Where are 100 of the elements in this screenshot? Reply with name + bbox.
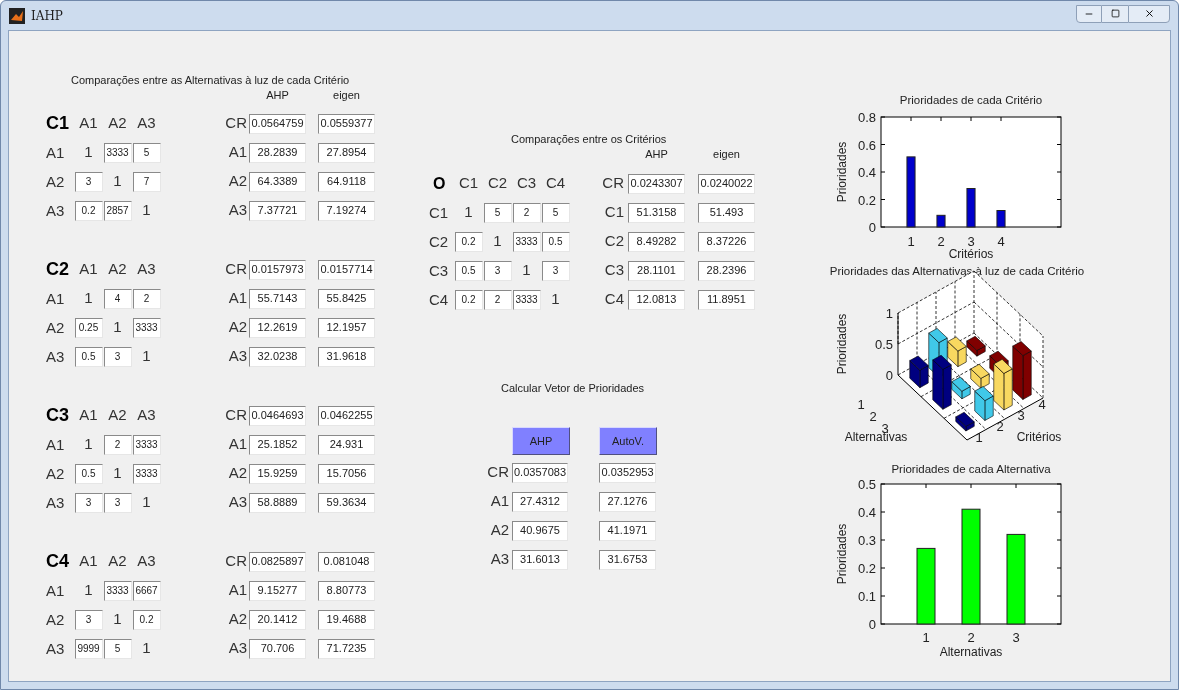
result-field[interactable]: 27.4312 [512,491,568,512]
matrix-field[interactable]: 5 [541,202,570,223]
result-field[interactable]: 0.0352953 [599,462,656,483]
result-field[interactable]: 31.6013 [512,549,568,570]
result-field[interactable]: 12.1957 [318,317,375,338]
result-field[interactable]: 0.0564759 [249,113,306,134]
result-field[interactable]: 28.2396 [698,260,755,281]
calculate-button[interactable]: AutoV. [599,427,657,455]
matrix-field[interactable]: 5 [132,142,161,163]
matrix-field[interactable]: 2 [512,202,541,223]
matrix-field[interactable]: 0.2 [454,289,483,310]
matrix-field[interactable]: 3 [74,492,103,513]
result-field[interactable]: 0.0240022 [698,173,755,194]
matrix-field[interactable]: 5 [103,638,132,659]
result-field[interactable]: 7.37721 [249,200,306,221]
result-field[interactable]: 0.081048 [318,551,375,572]
matrix-field[interactable]: 3333 [512,289,541,310]
result-field[interactable]: 55.8425 [318,288,375,309]
result-field[interactable]: 25.1852 [249,434,306,455]
matrix-field[interactable]: 0.2 [74,200,103,221]
row-label: A1 [46,581,65,599]
result-field[interactable]: 28.2839 [249,142,306,163]
matrix-field[interactable]: 0.5 [74,463,103,484]
result-field[interactable]: 27.1276 [599,491,656,512]
calculate-button[interactable]: AHP [512,427,570,455]
matrix-field[interactable]: 6667 [132,580,161,601]
result-field[interactable]: 0.0243307 [628,173,685,194]
result-field[interactable]: 0.0157973 [249,259,306,280]
matrix-field[interactable]: 3333 [132,463,161,484]
result-field[interactable]: 19.4688 [318,609,375,630]
result-field[interactable]: 31.9618 [318,346,375,367]
result-field[interactable]: 7.19274 [318,200,375,221]
matrix-field[interactable]: 3 [541,260,570,281]
close-button[interactable] [1128,4,1170,23]
matrix-field[interactable]: 3333 [103,142,132,163]
result-field[interactable]: 58.8889 [249,492,306,513]
result-field[interactable]: 64.9118 [318,171,375,192]
result-label: CR [601,173,624,194]
matrix-field[interactable]: 7 [132,171,161,192]
result-field[interactable]: 55.7143 [249,288,306,309]
matrix-field[interactable]: 0.25 [74,317,103,338]
tick-label: 1 [922,630,930,645]
result-field[interactable]: 59.3634 [318,492,375,513]
matrix-field[interactable]: 2857 [103,200,132,221]
result-field[interactable]: 0.0157714 [318,259,375,280]
result-field[interactable]: 40.9675 [512,520,568,541]
matrix-field[interactable]: 2 [103,434,132,455]
matrix-field[interactable]: 5 [483,202,512,223]
result-field[interactable]: 8.80773 [318,580,375,601]
result-field[interactable]: 0.0464693 [249,405,306,426]
result-field[interactable]: 20.1412 [249,609,306,630]
axis-label: Alternativas [939,645,1003,659]
matrix-field[interactable]: 3 [74,609,103,630]
matrix-field[interactable]: 2 [132,288,161,309]
result-field[interactable]: 24.931 [318,434,375,455]
section-title: Comparações entre os Critérios [511,132,668,146]
result-field[interactable]: 8.49282 [628,231,685,252]
row-label: C4 [429,290,449,308]
matrix-field[interactable]: 0.5 [74,346,103,367]
result-field[interactable]: 32.0238 [249,346,306,367]
result-field[interactable]: 0.0462255 [318,405,375,426]
matrix-field[interactable]: 3333 [132,317,161,338]
matrix-field[interactable]: 3 [103,492,132,513]
matrix-field[interactable]: 3 [483,260,512,281]
result-field[interactable]: 11.8951 [698,289,755,310]
result-field[interactable]: 27.8954 [318,142,375,163]
result-field[interactable]: 12.0813 [628,289,685,310]
matrix-field[interactable]: 0.2 [132,609,161,630]
result-field[interactable]: 0.0825897 [249,551,306,572]
matrix-field[interactable]: 0.5 [454,260,483,281]
result-field[interactable]: 0.0357083 [512,462,568,483]
matrix-field[interactable]: 2 [483,289,512,310]
matrix-field[interactable]: 3333 [132,434,161,455]
result-field[interactable]: 71.7235 [318,638,375,659]
maximize-button[interactable] [1102,4,1128,23]
matrix-field[interactable]: 4 [103,288,132,309]
result-field[interactable]: 51.493 [698,202,755,223]
result-field[interactable]: 70.706 [249,638,306,659]
result-label: A2 [489,520,509,541]
matrix-field[interactable]: 0.2 [454,231,483,252]
matrix-field[interactable]: 3 [103,346,132,367]
result-field[interactable]: 51.3158 [628,202,685,223]
result-field[interactable]: 64.3389 [249,171,306,192]
result-field[interactable]: 0.0559377 [318,113,375,134]
matrix-field[interactable]: 3333 [103,580,132,601]
matrix-field[interactable]: 0.5 [541,231,570,252]
window-title: IAHP [31,7,63,25]
result-field[interactable]: 8.37226 [698,231,755,252]
result-field[interactable]: 12.2619 [249,317,306,338]
matrix-field[interactable]: 3 [74,171,103,192]
result-field[interactable]: 15.7056 [318,463,375,484]
result-field[interactable]: 31.6753 [599,549,656,570]
minimize-button[interactable] [1076,4,1102,23]
row-label: A1 [46,289,65,307]
result-field[interactable]: 9.15277 [249,580,306,601]
result-field[interactable]: 28.1101 [628,260,685,281]
result-field[interactable]: 41.1971 [599,520,656,541]
result-field[interactable]: 15.9259 [249,463,306,484]
matrix-field[interactable]: 3333 [512,231,541,252]
matrix-field[interactable]: 9999 [74,638,103,659]
